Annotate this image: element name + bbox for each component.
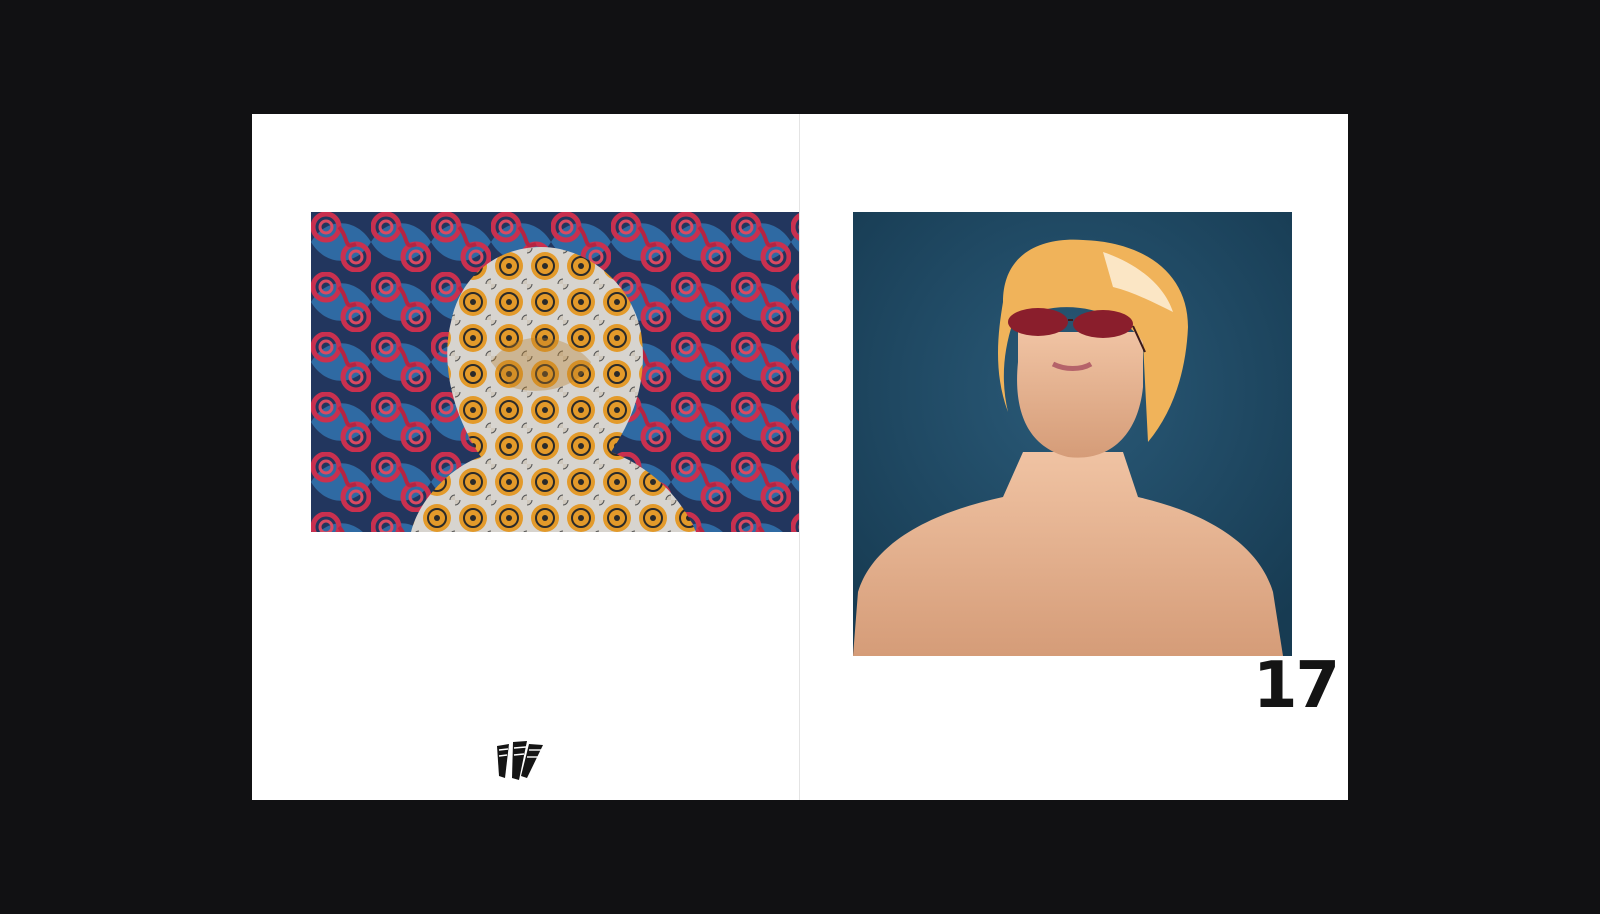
left-page[interactable] — [252, 114, 799, 800]
book-spread: 17 — [252, 114, 1348, 800]
page-number: 17 — [1252, 649, 1340, 723]
patterned-fabric-photo — [311, 212, 799, 532]
portrait-photo — [853, 212, 1292, 656]
right-page-photo — [853, 212, 1292, 656]
book-viewer: 17 — [0, 0, 1600, 914]
right-page[interactable]: 17 — [800, 114, 1348, 800]
publisher-logo — [493, 738, 545, 782]
publisher-stripes-logo-icon — [497, 741, 543, 780]
left-page-photo — [311, 212, 799, 532]
